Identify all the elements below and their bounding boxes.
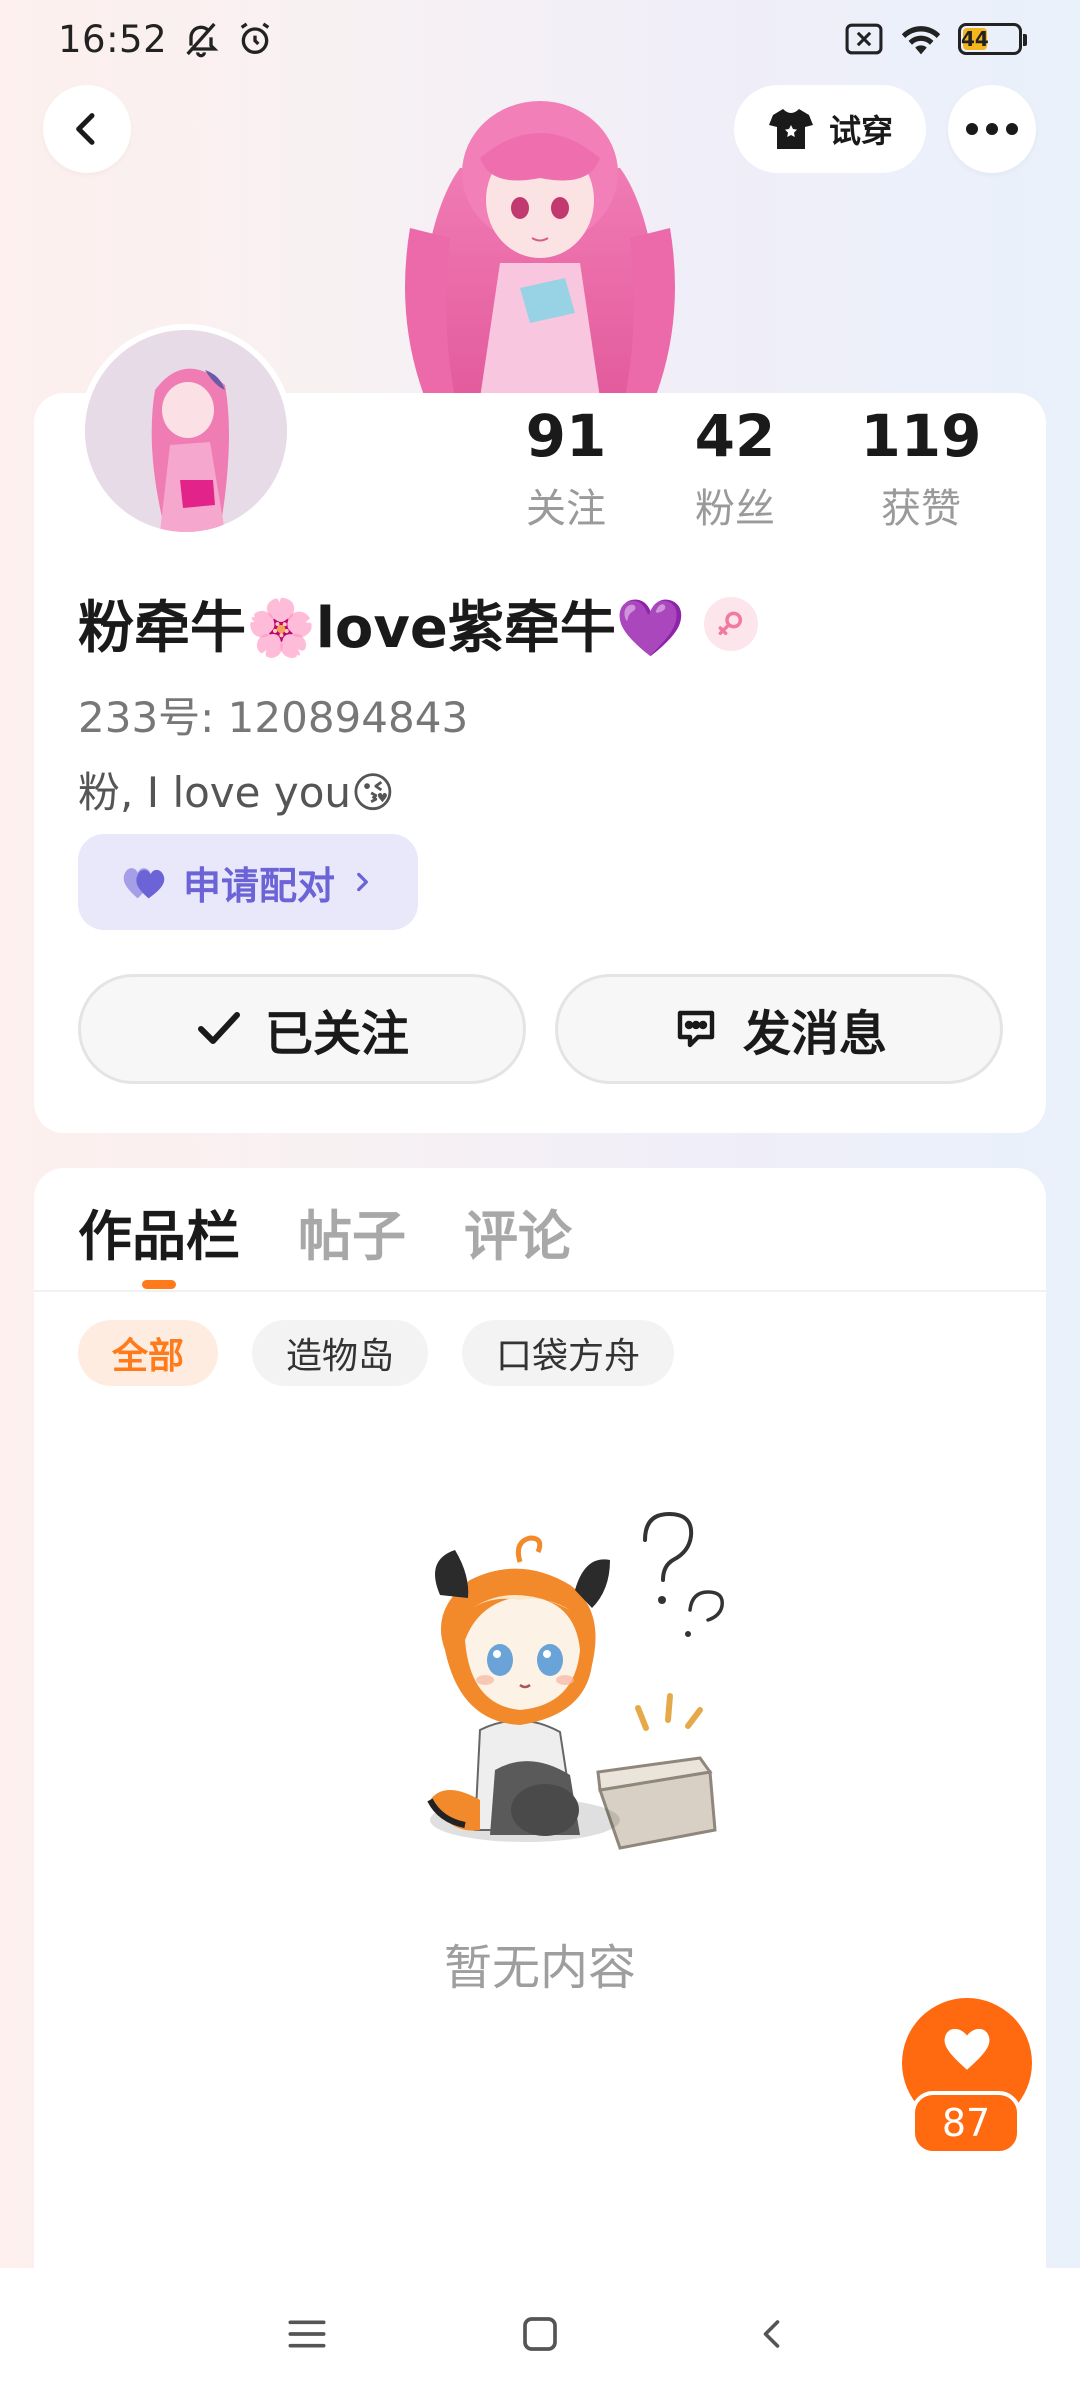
apply-pair-label: 申请配对 [182, 863, 335, 908]
send-message-label: 发消息 [742, 1006, 887, 1062]
nav-back-button[interactable] [733, 2294, 813, 2374]
chevron-right-icon [357, 872, 368, 892]
stat-value: 91 [525, 402, 607, 470]
filter-all[interactable]: 全部 [78, 1320, 219, 1386]
no-sim-icon [845, 23, 883, 55]
content-tabs: 作品栏 帖子 评论 [78, 1192, 572, 1271]
battery-level: 44 [960, 27, 989, 51]
profile-stats: 91 关注 42 粉丝 119 获赞 [490, 400, 1020, 534]
stat-following[interactable]: 91 关注 [490, 400, 642, 534]
tab-posts[interactable]: 帖子 [298, 1192, 406, 1271]
nav-home-button[interactable] [500, 2294, 580, 2374]
nav-menu-button[interactable] [267, 2294, 347, 2374]
battery-icon: 44 [958, 23, 1027, 55]
chevron-left-icon [76, 113, 95, 145]
character-banner-image [405, 101, 675, 398]
alarm-icon [240, 22, 270, 55]
back-button[interactable] [43, 85, 131, 173]
tshirt-icon [768, 109, 813, 149]
stat-label: 关注 [526, 486, 606, 532]
try-on-button[interactable]: 试穿 [734, 85, 926, 173]
tab-comments[interactable]: 评论 [464, 1192, 572, 1271]
user-bio: 粉, I love you😘 [78, 768, 395, 817]
empty-state-text: 暂无内容 [443, 1940, 636, 1996]
filter-pocket-ark[interactable]: 口袋方舟 [462, 1320, 675, 1386]
more-button[interactable] [948, 85, 1036, 173]
chat-bubble-icon [677, 1010, 715, 1048]
stat-followers[interactable]: 42 粉丝 [642, 400, 828, 534]
active-tab-indicator [142, 1280, 176, 1289]
heart-icon [944, 2028, 990, 2070]
tab-divider [34, 1290, 1046, 1292]
checkmark-icon [197, 1012, 240, 1044]
system-nav-bar [0, 2268, 1080, 2400]
user-id: 233号: 120894843 [78, 693, 469, 742]
empty-state-illustration [427, 1511, 724, 1850]
avatar[interactable] [79, 324, 293, 538]
menu-icon [288, 2320, 326, 2348]
filter-chips: 全部 造物岛 口袋方舟 [78, 1320, 675, 1386]
stat-label: 获赞 [881, 486, 961, 532]
followed-button[interactable]: 已关注 [78, 974, 526, 1084]
stat-value: 119 [860, 402, 982, 470]
tab-works[interactable]: 作品栏 [78, 1192, 240, 1271]
like-count: 87 [911, 2091, 1021, 2155]
apply-pair-button[interactable]: 申请配对 [78, 834, 418, 930]
stat-likes[interactable]: 119 获赞 [828, 400, 1014, 534]
more-dots-icon [966, 123, 1018, 135]
try-on-label: 试穿 [828, 112, 893, 150]
stat-label: 粉丝 [695, 486, 775, 532]
wifi-icon [901, 26, 941, 55]
user-name: 粉牵牛🌸love紫牵牛💜 [78, 596, 686, 661]
status-time: 16:52 [58, 17, 168, 61]
send-message-button[interactable]: 发消息 [555, 974, 1003, 1084]
back-chevron-icon [764, 2320, 780, 2348]
status-bar: 16:52 44 [0, 0, 1080, 78]
user-name-row: 粉牵牛🌸love紫牵牛💜 [78, 583, 758, 664]
filter-creation-island[interactable]: 造物岛 [252, 1320, 429, 1386]
stat-value: 42 [694, 402, 776, 470]
followed-label: 已关注 [264, 1006, 409, 1062]
bell-muted-icon [186, 22, 219, 58]
hearts-icon [123, 868, 165, 899]
female-gender-icon [703, 596, 758, 651]
avatar-image [85, 330, 287, 532]
home-square-icon [523, 2317, 557, 2351]
